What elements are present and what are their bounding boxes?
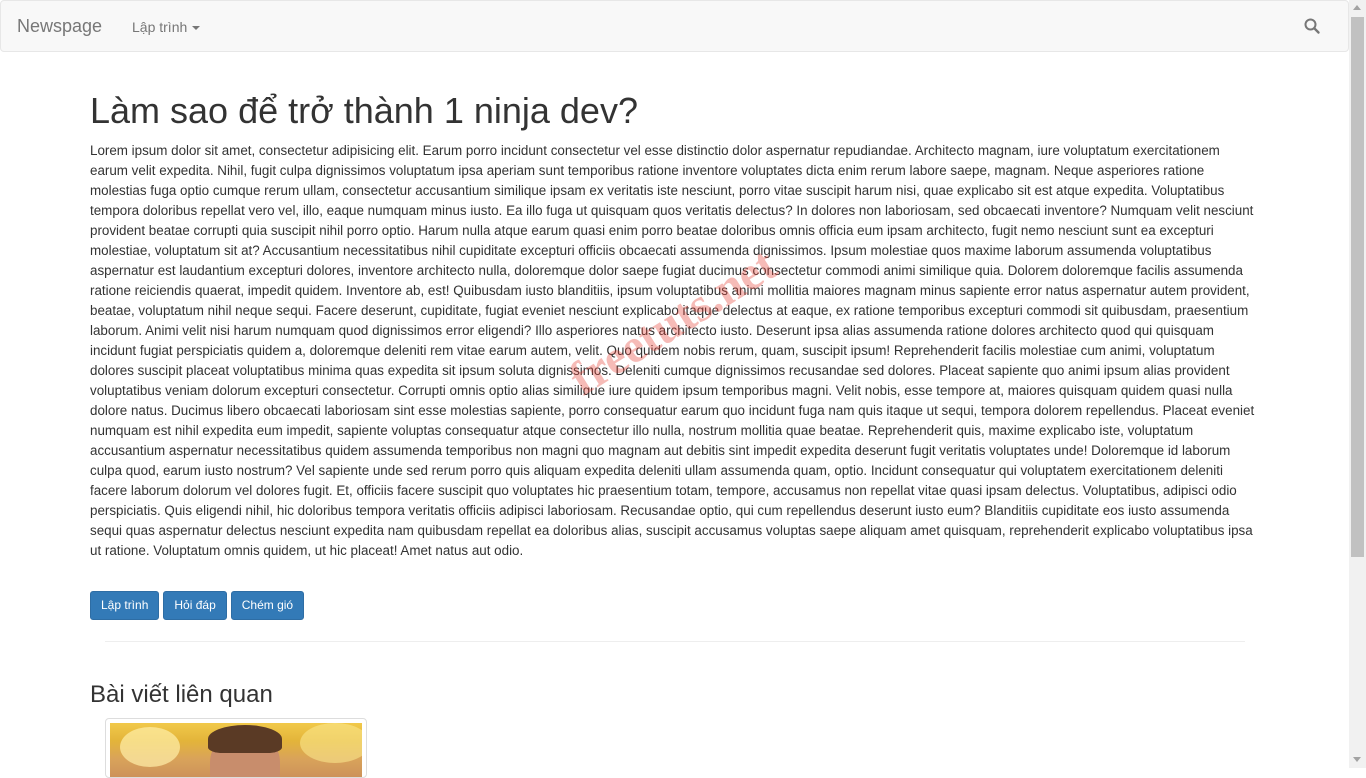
category-dropdown-label: Lập trình — [132, 19, 188, 35]
vertical-scrollbar[interactable] — [1349, 0, 1366, 768]
tag-button-lap-trinh[interactable]: Lập trình — [90, 591, 160, 620]
scroll-thumb[interactable] — [1351, 17, 1364, 557]
section-divider — [105, 641, 1245, 642]
search-button[interactable] — [1303, 17, 1321, 35]
caret-down-icon — [192, 26, 201, 31]
tag-button-chem-gio[interactable]: Chém gió — [230, 591, 305, 620]
related-post-image — [110, 723, 362, 777]
scroll-down-arrow-icon[interactable] — [1353, 757, 1361, 762]
brand-link[interactable]: Newspage — [17, 16, 102, 36]
related-posts-title: Bài viết liên quan — [90, 681, 273, 708]
tag-button-hoi-dap[interactable]: Hỏi đáp — [163, 591, 227, 620]
scroll-up-arrow-icon[interactable] — [1353, 5, 1361, 10]
search-icon — [1304, 18, 1320, 34]
article-body: Lorem ipsum dolor sit amet, consectetur … — [90, 143, 1255, 558]
related-post-thumbnail[interactable] — [105, 718, 367, 778]
article-title: Làm sao để trở thành 1 ninja dev? — [90, 90, 638, 131]
top-navbar: Newspage Lập trình — [0, 0, 1349, 52]
category-dropdown[interactable]: Lập trình — [132, 19, 201, 35]
tag-list: Lập trình Hỏi đáp Chém gió — [90, 591, 305, 620]
